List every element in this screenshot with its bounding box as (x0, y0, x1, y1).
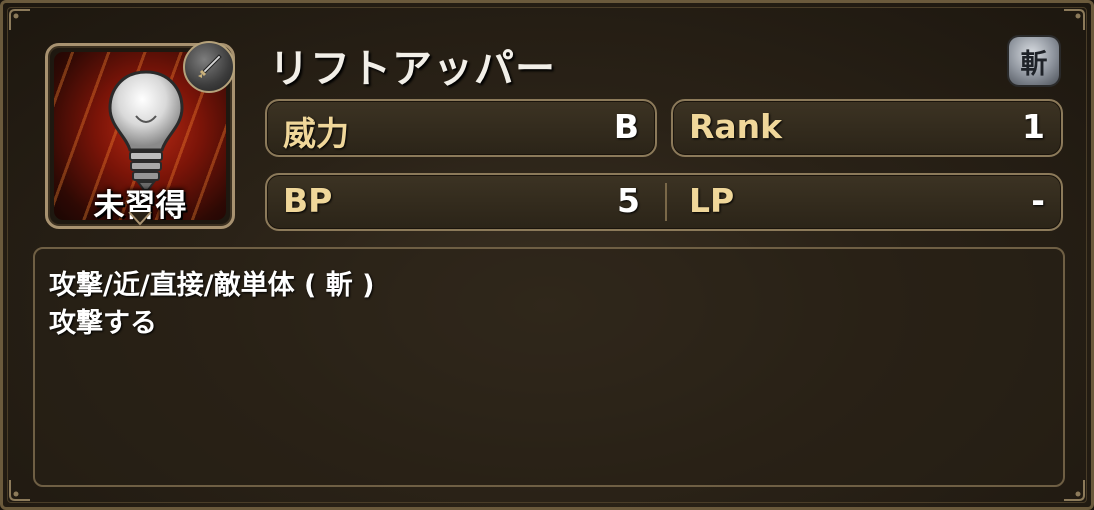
stat-power-label: 威力 (283, 114, 349, 153)
corner-ornament (9, 9, 31, 31)
sword-icon (183, 41, 235, 93)
stat-power: 威力 B (265, 99, 657, 157)
stat-bp-label: BP (283, 181, 333, 220)
corner-ornament (1063, 9, 1085, 31)
slash-type-icon: 斬 (1009, 37, 1059, 85)
stat-bp-lp: BP 5 LP - (265, 173, 1063, 231)
skill-description-box: 攻撃/近/直接/敵単体 ( 斬 ) 攻撃する (33, 247, 1065, 487)
stat-power-value: B (613, 107, 639, 146)
stat-lp-value: - (1031, 181, 1045, 220)
skill-description-tags: 攻撃/近/直接/敵単体 ( 斬 ) (49, 270, 375, 301)
stat-rank: Rank 1 (671, 99, 1063, 157)
skill-name: リフトアッパー (269, 46, 556, 92)
skill-description-text: 攻撃する (49, 308, 157, 339)
lightbulb-icon (108, 70, 184, 191)
corner-ornament (9, 479, 31, 501)
stat-rank-value: 1 (1022, 107, 1045, 146)
chevron-down-icon (128, 211, 152, 226)
stat-bp-value: 5 (617, 181, 640, 220)
stat-lp-label: LP (689, 181, 735, 220)
corner-ornament (1063, 479, 1085, 501)
divider (665, 183, 667, 221)
skill-detail-panel: 未習得 リフトアッパー 斬 威力 B Rank 1 BP 5 LP - 攻撃/近… (0, 0, 1094, 510)
stat-rank-label: Rank (689, 107, 783, 146)
